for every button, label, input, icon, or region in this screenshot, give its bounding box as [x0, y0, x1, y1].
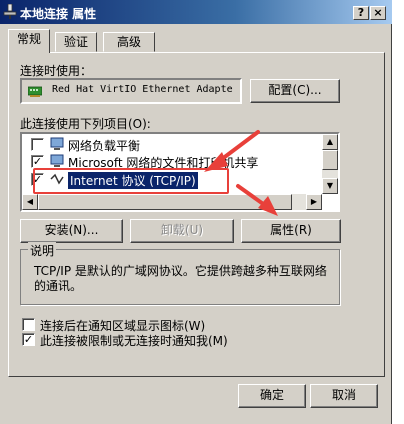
install-button[interactable]: 安装(N)...: [20, 219, 123, 243]
properties-button[interactable]: 属性(R): [241, 219, 341, 243]
checkbox-show-icon[interactable]: [22, 318, 35, 331]
uninstall-button[interactable]: 卸载(U): [130, 219, 234, 243]
checkbox-notify[interactable]: ✓: [22, 333, 35, 346]
tab-general[interactable]: 常规: [8, 29, 50, 53]
properties-dialog: 本地连接 属性 ? × 常规 验证 高级 连接时使用： Red Hat Virt…: [0, 0, 392, 424]
option-notify[interactable]: ✓ 此连接被限制或无连接时通知我(M): [22, 332, 322, 348]
arrow-to-list-item: [204, 130, 260, 172]
description-title: 说明: [28, 242, 57, 259]
cancel-button[interactable]: 取消: [310, 384, 378, 408]
arrow-to-properties-button: [236, 184, 278, 216]
background-edge: [392, 0, 404, 424]
option-show-icon[interactable]: 连接后在通知区域显示图标(W): [22, 317, 322, 333]
description-text-line2: 的通讯。: [34, 279, 83, 293]
annotation-arrows: [204, 130, 278, 216]
option-label: 此连接被限制或无连接时通知我(M): [40, 334, 228, 348]
ok-button[interactable]: 确定: [238, 384, 306, 408]
